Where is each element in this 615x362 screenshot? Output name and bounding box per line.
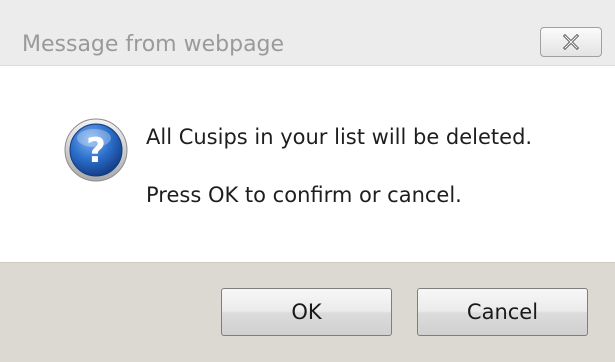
message-text-line-1: All Cusips in your list will be deleted. [146,125,533,149]
close-x-icon [562,34,580,50]
dialog-title: Message from webpage [22,32,285,57]
message-area: ? All Cusips in your list will be delete… [0,66,615,262]
message-text-line-2: Press OK to confirm or cancel. [146,183,462,207]
cancel-button[interactable]: Cancel [417,288,588,336]
close-button[interactable] [540,27,602,57]
button-bar: OK Cancel [0,262,615,362]
ok-button[interactable]: OK [221,288,392,336]
title-bar: Message from webpage [0,0,615,66]
message-dialog: Message from webpage ? All Cusips in you… [0,0,615,362]
question-icon: ? [64,118,128,182]
svg-text:?: ? [86,131,106,171]
